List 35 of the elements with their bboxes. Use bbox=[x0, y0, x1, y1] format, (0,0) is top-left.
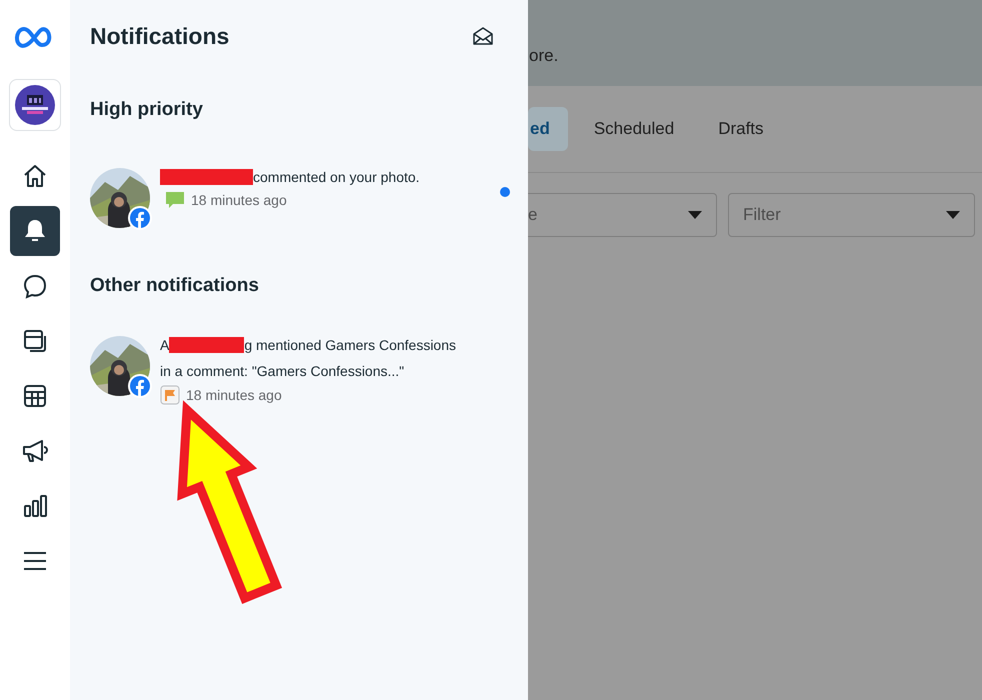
mark-as-read-icon[interactable] bbox=[472, 26, 494, 46]
caret-icon bbox=[946, 211, 960, 219]
tab[interactable]: ed bbox=[528, 107, 568, 151]
timestamp: 18 minutes ago bbox=[191, 192, 287, 208]
section-heading: Other notifications bbox=[90, 274, 260, 298]
notification-text: g mentioned Gamers Confessions bbox=[244, 337, 456, 353]
pages-icon[interactable] bbox=[22, 328, 48, 354]
chat-icon[interactable] bbox=[22, 273, 48, 299]
notification-text: commented on your photo. bbox=[253, 169, 420, 185]
megaphone-icon[interactable] bbox=[21, 438, 49, 464]
bell-icon[interactable] bbox=[23, 218, 47, 244]
flag-icon bbox=[160, 385, 180, 405]
caret-icon bbox=[688, 211, 702, 219]
notification-text: in a comment: "Gamers Confessions..." bbox=[160, 363, 406, 379]
bar-chart-icon[interactable] bbox=[22, 493, 48, 519]
menu-icon[interactable] bbox=[22, 550, 48, 572]
facebook-badge-icon bbox=[128, 206, 152, 230]
dropdown[interactable]: Filter bbox=[728, 193, 975, 237]
nav-item-highlight[interactable] bbox=[10, 206, 60, 256]
panel-title: Notifications bbox=[90, 22, 230, 50]
facebook-badge-icon bbox=[128, 374, 152, 398]
notification-text: A bbox=[160, 337, 170, 353]
tab[interactable]: Scheduled bbox=[576, 107, 692, 151]
tab[interactable]: Drafts bbox=[700, 107, 782, 151]
notification-item[interactable]: commented on your photo. 18 minutes ago bbox=[90, 168, 528, 228]
page-logo-icon[interactable] bbox=[15, 85, 55, 125]
page-avatar-card[interactable] bbox=[9, 79, 61, 131]
dropdown[interactable]: e bbox=[528, 193, 717, 237]
notification-item[interactable]: A g mentioned Gamers Confessions in a comment: "Gamers Confessions..." 18 minutes ago bbox=[90, 336, 528, 405]
comment-icon bbox=[165, 191, 185, 209]
table-icon[interactable] bbox=[22, 383, 48, 409]
home-icon[interactable] bbox=[22, 163, 48, 189]
section-heading: High priority bbox=[90, 98, 204, 122]
timestamp: 18 minutes ago bbox=[186, 387, 282, 403]
banner-text: ore. bbox=[529, 46, 558, 66]
